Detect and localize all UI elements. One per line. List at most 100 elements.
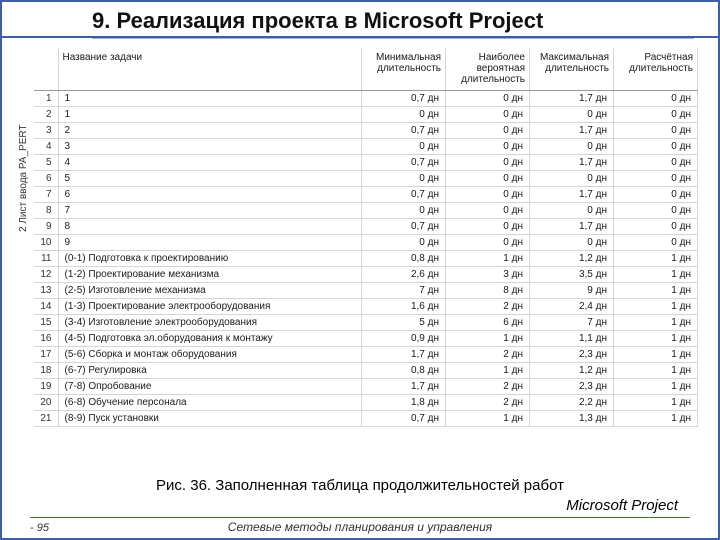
footer-text: Сетевые методы планирования и управления	[228, 520, 492, 534]
cell-calc: 0 дн	[614, 90, 698, 106]
cell-index: 13	[34, 282, 58, 298]
cell-min: 0,7 дн	[362, 186, 446, 202]
table-row: 12(1-2) Проектирование механизма2,6 дн3 …	[34, 266, 698, 282]
cell-min: 0,7 дн	[362, 122, 446, 138]
cell-max: 9 дн	[530, 282, 614, 298]
col-calc: Расчётная длительность	[614, 48, 698, 90]
cell-name: 7	[58, 202, 362, 218]
side-label: 2 Лист ввода PA_PERT	[18, 124, 29, 232]
cell-index: 21	[34, 410, 58, 426]
col-index	[34, 48, 58, 90]
cell-likely: 1 дн	[446, 330, 530, 346]
col-likely: Наиболее вероятная длительность	[446, 48, 530, 90]
cell-max: 1,3 дн	[530, 410, 614, 426]
cell-index: 19	[34, 378, 58, 394]
cell-max: 1,2 дн	[530, 250, 614, 266]
cell-likely: 0 дн	[446, 234, 530, 250]
cell-index: 18	[34, 362, 58, 378]
cell-min: 0,7 дн	[362, 90, 446, 106]
cell-max: 3,5 дн	[530, 266, 614, 282]
cell-calc: 0 дн	[614, 122, 698, 138]
cell-likely: 2 дн	[446, 378, 530, 394]
footer-rule	[30, 517, 690, 518]
cell-min: 0 дн	[362, 202, 446, 218]
cell-min: 0 дн	[362, 106, 446, 122]
cell-max: 1,7 дн	[530, 218, 614, 234]
cell-index: 20	[34, 394, 58, 410]
table-row: 1090 дн0 дн0 дн0 дн	[34, 234, 698, 250]
task-table: Название задачи Минимальная длительность…	[34, 48, 698, 427]
cell-calc: 1 дн	[614, 314, 698, 330]
cell-max: 1,2 дн	[530, 362, 614, 378]
figure-caption-sub: Microsoft Project	[566, 497, 678, 514]
figure-caption: Рис. 36. Заполненная таблица продолжител…	[2, 477, 718, 494]
cell-name: 8	[58, 218, 362, 234]
table-row: 430 дн0 дн0 дн0 дн	[34, 138, 698, 154]
table-row: 17(5-6) Сборка и монтаж оборудования1,7 …	[34, 346, 698, 362]
cell-max: 1,7 дн	[530, 186, 614, 202]
cell-min: 0,7 дн	[362, 154, 446, 170]
cell-min: 0,7 дн	[362, 218, 446, 234]
cell-index: 3	[34, 122, 58, 138]
cell-min: 0 дн	[362, 170, 446, 186]
table-row: 980,7 дн0 дн1,7 дн0 дн	[34, 218, 698, 234]
cell-min: 1,8 дн	[362, 394, 446, 410]
cell-calc: 0 дн	[614, 138, 698, 154]
cell-name: (5-6) Сборка и монтаж оборудования	[58, 346, 362, 362]
cell-max: 1,1 дн	[530, 330, 614, 346]
cell-index: 15	[34, 314, 58, 330]
cell-min: 0 дн	[362, 234, 446, 250]
cell-index: 9	[34, 218, 58, 234]
footer: - 95 Сетевые методы планирования и управ…	[30, 520, 690, 534]
cell-name: 4	[58, 154, 362, 170]
table-row: 210 дн0 дн0 дн0 дн	[34, 106, 698, 122]
cell-name: (2-5) Изготовление механизма	[58, 282, 362, 298]
cell-index: 8	[34, 202, 58, 218]
cell-name: (7-8) Опробование	[58, 378, 362, 394]
cell-calc: 0 дн	[614, 170, 698, 186]
cell-max: 0 дн	[530, 106, 614, 122]
table-row: 13(2-5) Изготовление механизма7 дн8 дн9 …	[34, 282, 698, 298]
table-row: 16(4-5) Подготовка эл.оборудования к мон…	[34, 330, 698, 346]
cell-max: 0 дн	[530, 234, 614, 250]
table-row: 540,7 дн0 дн1,7 дн0 дн	[34, 154, 698, 170]
cell-index: 7	[34, 186, 58, 202]
cell-min: 0,9 дн	[362, 330, 446, 346]
table-row: 11(0-1) Подготовка к проектированию0,8 д…	[34, 250, 698, 266]
cell-index: 10	[34, 234, 58, 250]
cell-max: 2,4 дн	[530, 298, 614, 314]
cell-index: 14	[34, 298, 58, 314]
cell-likely: 1 дн	[446, 250, 530, 266]
cell-likely: 3 дн	[446, 266, 530, 282]
cell-calc: 1 дн	[614, 282, 698, 298]
cell-max: 2,3 дн	[530, 378, 614, 394]
table-row: 21(8-9) Пуск установки0,7 дн1 дн1,3 дн1 …	[34, 410, 698, 426]
cell-index: 11	[34, 250, 58, 266]
cell-min: 0,8 дн	[362, 250, 446, 266]
cell-likely: 8 дн	[446, 282, 530, 298]
cell-max: 7 дн	[530, 314, 614, 330]
cell-index: 5	[34, 154, 58, 170]
cell-name: (1-2) Проектирование механизма	[58, 266, 362, 282]
cell-min: 0,7 дн	[362, 410, 446, 426]
cell-name: (8-9) Пуск установки	[58, 410, 362, 426]
col-min: Минимальная длительность	[362, 48, 446, 90]
cell-name: (4-5) Подготовка эл.оборудования к монта…	[58, 330, 362, 346]
table-row: 870 дн0 дн0 дн0 дн	[34, 202, 698, 218]
table-row: 14(1-3) Проектирование электрооборудован…	[34, 298, 698, 314]
cell-max: 2,3 дн	[530, 346, 614, 362]
page-number: - 95	[30, 522, 49, 534]
cell-name: (3-4) Изготовление электрооборудования	[58, 314, 362, 330]
table-row: 18(6-7) Регулировка0,8 дн1 дн1,2 дн1 дн	[34, 362, 698, 378]
cell-name: 3	[58, 138, 362, 154]
table-header-row: Название задачи Минимальная длительность…	[34, 48, 698, 90]
cell-likely: 2 дн	[446, 394, 530, 410]
cell-index: 17	[34, 346, 58, 362]
cell-calc: 1 дн	[614, 330, 698, 346]
cell-min: 1,7 дн	[362, 378, 446, 394]
cell-index: 6	[34, 170, 58, 186]
cell-calc: 0 дн	[614, 154, 698, 170]
cell-calc: 1 дн	[614, 250, 698, 266]
cell-name: (6-8) Обучение персонала	[58, 394, 362, 410]
cell-max: 0 дн	[530, 170, 614, 186]
